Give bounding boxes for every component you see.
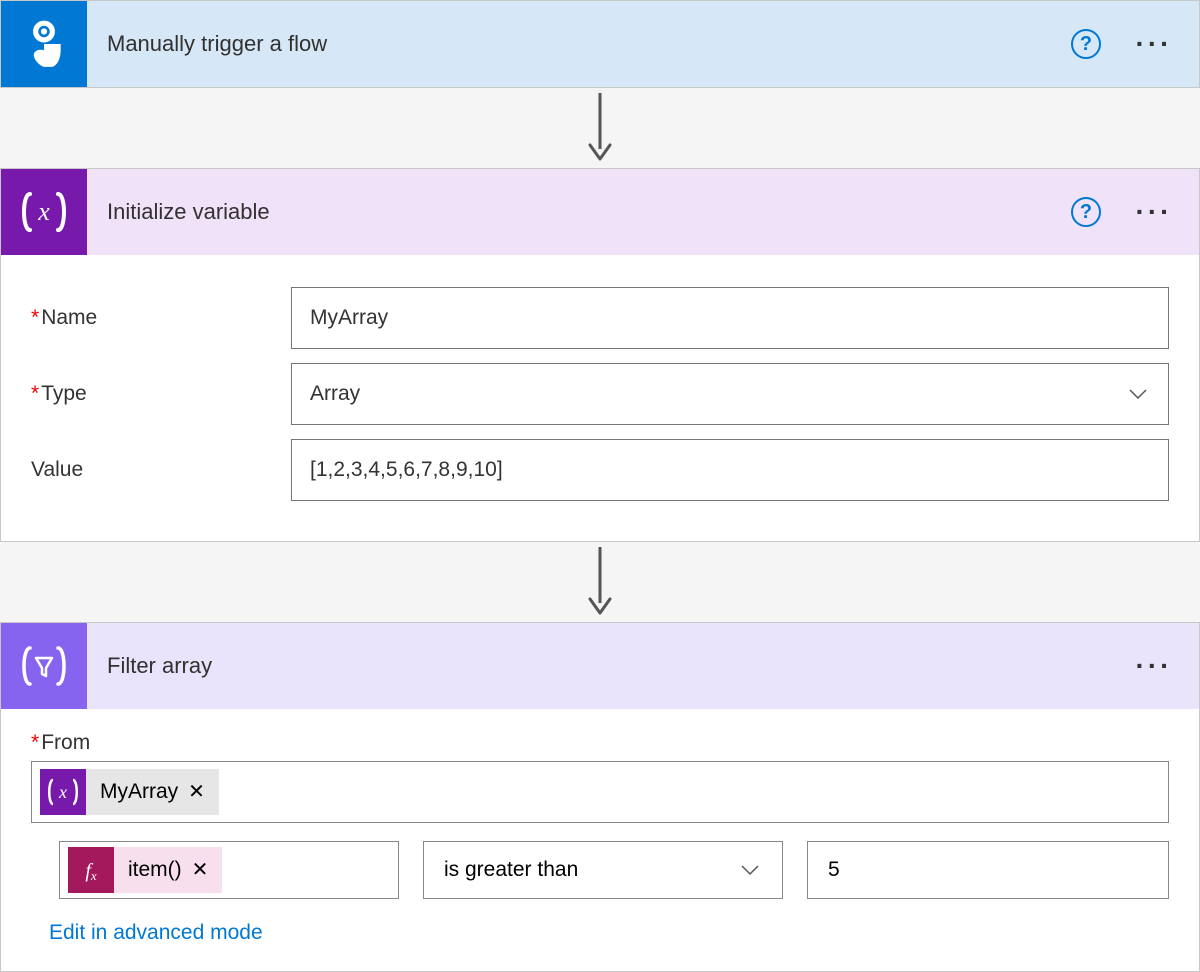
from-token-label: MyArray ✕ bbox=[86, 769, 219, 815]
from-label: From bbox=[31, 731, 1169, 755]
trigger-title: Manually trigger a flow bbox=[87, 31, 1071, 57]
remove-token-icon[interactable]: ✕ bbox=[192, 860, 209, 880]
init-variable-card: x Initialize variable ? ··· Name Type Ar… bbox=[0, 168, 1200, 542]
filter-icon bbox=[1, 623, 87, 709]
svg-text:fx: fx bbox=[85, 860, 97, 883]
remove-token-icon[interactable]: ✕ bbox=[188, 782, 205, 802]
condition-operator-select[interactable]: is greater than bbox=[423, 841, 783, 899]
init-variable-body: Name Type Array Value bbox=[1, 255, 1199, 541]
condition-row: fx item() ✕ is greater than 5 bbox=[59, 841, 1169, 899]
expression-token-icon: fx bbox=[68, 847, 114, 893]
from-input[interactable]: x MyArray ✕ bbox=[31, 761, 1169, 823]
init-variable-header[interactable]: x Initialize variable ? ··· bbox=[1, 169, 1199, 255]
expression-token: fx item() ✕ bbox=[68, 847, 222, 893]
type-value: Array bbox=[310, 382, 360, 406]
filter-array-title: Filter array bbox=[87, 653, 1129, 679]
type-label: Type bbox=[31, 382, 291, 406]
chevron-down-icon bbox=[738, 858, 762, 882]
filter-array-card: Filter array ··· From x MyArray ✕ bbox=[0, 622, 1200, 972]
condition-left-input[interactable]: fx item() ✕ bbox=[59, 841, 399, 899]
flow-arrow bbox=[0, 88, 1200, 168]
more-menu-icon[interactable]: ··· bbox=[1129, 28, 1179, 60]
expression-token-label: item() ✕ bbox=[114, 847, 222, 893]
variable-icon: x bbox=[1, 169, 87, 255]
trigger-header[interactable]: Manually trigger a flow ? ··· bbox=[1, 1, 1199, 87]
svg-text:x: x bbox=[58, 782, 67, 802]
filter-array-body: From x MyArray ✕ bbox=[1, 709, 1199, 971]
svg-text:x: x bbox=[37, 197, 50, 226]
init-variable-title: Initialize variable bbox=[87, 199, 1071, 225]
more-menu-icon[interactable]: ··· bbox=[1129, 196, 1179, 228]
flow-arrow bbox=[0, 542, 1200, 622]
value-input[interactable] bbox=[291, 439, 1169, 501]
more-menu-icon[interactable]: ··· bbox=[1129, 650, 1179, 682]
help-icon[interactable]: ? bbox=[1071, 29, 1101, 59]
trigger-card: Manually trigger a flow ? ··· bbox=[0, 0, 1200, 88]
name-label: Name bbox=[31, 306, 291, 330]
condition-right-input[interactable]: 5 bbox=[807, 841, 1169, 899]
advanced-mode-link[interactable]: Edit in advanced mode bbox=[31, 909, 263, 963]
type-select[interactable]: Array bbox=[291, 363, 1169, 425]
variable-token-icon: x bbox=[40, 769, 86, 815]
condition-operator-value: is greater than bbox=[444, 858, 578, 882]
chevron-down-icon bbox=[1126, 382, 1150, 406]
filter-array-header[interactable]: Filter array ··· bbox=[1, 623, 1199, 709]
from-token: x MyArray ✕ bbox=[40, 769, 219, 815]
value-label: Value bbox=[31, 458, 291, 482]
help-icon[interactable]: ? bbox=[1071, 197, 1101, 227]
manual-trigger-icon bbox=[1, 1, 87, 87]
name-input[interactable] bbox=[291, 287, 1169, 349]
